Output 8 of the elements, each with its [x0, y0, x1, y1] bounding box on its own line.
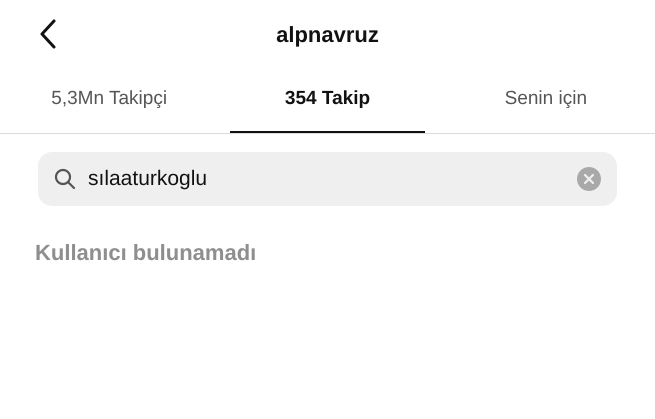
no-results-message: Kullanıcı bulunamadı: [35, 240, 256, 265]
search-field[interactable]: sılaaturkoglu: [38, 152, 617, 206]
search-icon: [54, 168, 76, 190]
username-title: alpnavruz: [276, 20, 379, 49]
tab[interactable]: Senin için: [448, 68, 643, 133]
tab[interactable]: 5,3Mn Takipçi: [12, 68, 206, 133]
back-icon: [39, 19, 57, 49]
tab[interactable]: 354 Takip: [230, 68, 425, 133]
